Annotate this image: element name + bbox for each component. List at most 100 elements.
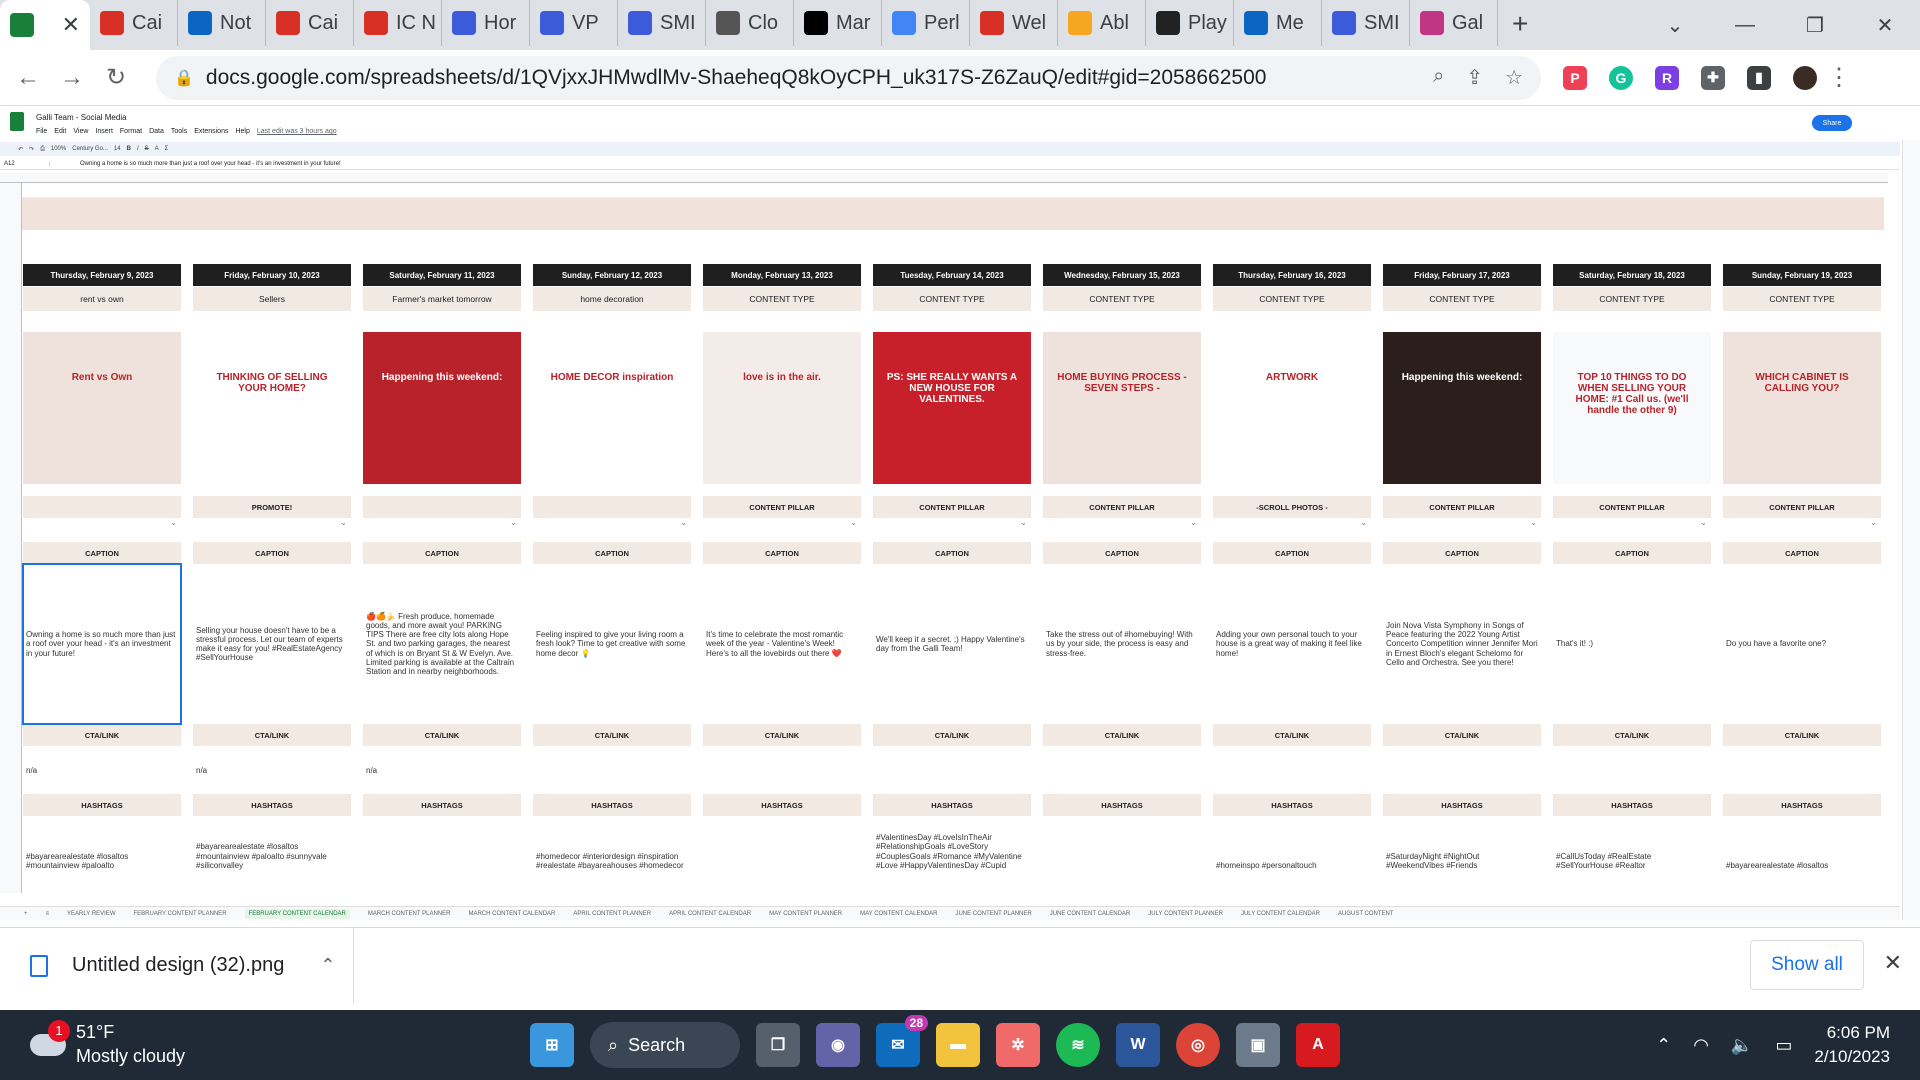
browser-tab[interactable]: VP — [530, 0, 618, 46]
sheet-tab[interactable]: JULY CONTENT CALENDAR — [1241, 911, 1320, 917]
restore-icon[interactable]: ❐ — [1780, 13, 1850, 38]
post-image[interactable]: THINKING OF SELLING YOUR HOME? — [193, 332, 351, 484]
post-image[interactable]: WHICH CABINET IS CALLING YOU? — [1723, 332, 1881, 484]
dropdown-chevron-icon[interactable]: ⌄ — [1213, 518, 1371, 532]
cta-cell[interactable] — [1383, 746, 1541, 794]
browser-tab[interactable]: Wel — [970, 0, 1058, 46]
caption-cell[interactable]: We'll keep it a secret. ;) Happy Valenti… — [873, 564, 1031, 724]
functions-icon[interactable]: Σ — [165, 146, 169, 152]
reload-icon[interactable]: ↻ — [94, 63, 138, 92]
side-panel-icon[interactable]: ▮ — [1747, 65, 1771, 90]
browser-tab[interactable]: ✕ — [0, 0, 90, 50]
caption-cell[interactable]: Owning a home is so much more than just … — [22, 563, 182, 725]
pocket-extension-icon[interactable]: P — [1563, 65, 1587, 90]
day-date[interactable]: Thursday, February 16, 2023 — [1213, 264, 1371, 286]
caption-cell[interactable]: Do you have a favorite one? — [1723, 564, 1881, 724]
forward-icon[interactable]: → — [50, 64, 94, 92]
sheet-tab[interactable]: APRIL CONTENT CALENDAR — [669, 911, 751, 917]
day-topic[interactable]: CONTENT TYPE — [1213, 287, 1371, 311]
browser-tab[interactable]: Gal — [1410, 0, 1498, 46]
caption-cell[interactable]: Take the stress out of #homebuying! With… — [1043, 564, 1201, 724]
minimize-icon[interactable]: — — [1710, 14, 1780, 37]
document-title[interactable]: Galli Team - Social Media — [36, 113, 127, 122]
extensions-puzzle-icon[interactable]: ✚ — [1701, 65, 1725, 90]
browser-menu-icon[interactable]: ⋮ — [1817, 63, 1861, 92]
browser-tab[interactable]: Me — [1234, 0, 1322, 46]
taskbar-search[interactable]: ⌕ Search — [590, 1022, 740, 1068]
sheet-tab[interactable]: FEBRUARY CONTENT PLANNER — [134, 911, 227, 917]
browser-tab[interactable]: IC N — [354, 0, 442, 46]
hashtags-cell[interactable]: #bayarearealestate #losaltos #mountainvi… — [23, 816, 181, 872]
cta-cell[interactable]: n/a — [193, 746, 351, 794]
content-pillar-cell[interactable]: -SCROLL PHOTOS - — [1213, 496, 1371, 518]
sheet-tab[interactable]: JUNE CONTENT CALENDAR — [1050, 911, 1131, 917]
day-date[interactable]: Tuesday, February 14, 2023 — [873, 264, 1031, 286]
dropdown-chevron-icon[interactable]: ⌄ — [23, 518, 181, 532]
sheet-tab[interactable]: AUGUST CONTENT — [1338, 911, 1394, 917]
wifi-icon[interactable]: ◠ — [1693, 1035, 1709, 1056]
caption-cell[interactable]: It's time to celebrate the most romantic… — [703, 564, 861, 724]
content-pillar-cell[interactable]: PROMOTE! — [193, 496, 351, 518]
weather-widget[interactable]: 1 51°F Mostly cloudy — [28, 1020, 185, 1069]
menu-item-data[interactable]: Data — [149, 128, 164, 135]
content-pillar-cell[interactable] — [363, 496, 521, 518]
browser-tab[interactable]: Cai — [90, 0, 178, 46]
share-button[interactable]: Share — [1812, 115, 1852, 131]
dropdown-chevron-icon[interactable]: ⌄ — [703, 518, 861, 532]
hashtags-cell[interactable]: #homedecor #interiordesign #inspiration … — [533, 816, 691, 872]
acrobat-icon[interactable]: A — [1296, 1023, 1340, 1067]
day-date[interactable]: Sunday, February 12, 2023 — [533, 264, 691, 286]
post-image[interactable]: Rent vs Own — [23, 332, 181, 484]
download-item[interactable]: Untitled design (32).png ⌃ — [0, 927, 354, 1004]
post-image[interactable]: ARTWORK — [1213, 332, 1371, 484]
menu-item-help[interactable]: Help — [235, 128, 249, 135]
text-color-icon[interactable]: A — [155, 146, 159, 152]
file-explorer-icon[interactable]: ▬ — [936, 1023, 980, 1067]
caption-cell[interactable]: Adding your own personal touch to your h… — [1213, 564, 1371, 724]
zoom-select[interactable]: 100% — [51, 146, 66, 152]
add-sheet-icon[interactable]: + — [24, 911, 28, 917]
zoom-icon[interactable]: ⌕ — [1433, 65, 1444, 90]
menu-item-view[interactable]: View — [73, 128, 88, 135]
last-edit-link[interactable]: Last edit was 3 hours ago — [257, 128, 337, 135]
hashtags-cell[interactable]: #CallUsToday #RealEstate #SellYourHouse … — [1553, 816, 1711, 872]
browser-tab[interactable]: Clo — [706, 0, 794, 46]
windows-start-icon[interactable]: ⊞ — [530, 1023, 574, 1067]
teams-chat-icon[interactable]: ◉ — [816, 1023, 860, 1067]
volume-icon[interactable]: 🔈 — [1731, 1035, 1753, 1056]
mail-icon[interactable]: ✉ 28 — [876, 1015, 928, 1067]
close-window-icon[interactable]: ✕ — [1850, 13, 1920, 38]
caption-cell[interactable]: 🍎🍊🍌 Fresh produce, homemade goods, and m… — [363, 564, 521, 724]
clock[interactable]: 6:06 PM 2/10/2023 — [1814, 1021, 1890, 1069]
menu-item-extensions[interactable]: Extensions — [194, 128, 228, 135]
sheet-tab[interactable]: APRIL CONTENT PLANNER — [573, 911, 651, 917]
day-date[interactable]: Wednesday, February 15, 2023 — [1043, 264, 1201, 286]
post-image[interactable]: Happening this weekend: — [363, 332, 521, 484]
cta-cell[interactable] — [1043, 746, 1201, 794]
dropdown-chevron-icon[interactable]: ⌄ — [1553, 518, 1711, 532]
dropdown-chevron-icon[interactable]: ⌄ — [193, 518, 351, 532]
menu-item-format[interactable]: Format — [120, 128, 142, 135]
close-tab-icon[interactable]: ✕ — [62, 12, 80, 38]
day-date[interactable]: Monday, February 13, 2023 — [703, 264, 861, 286]
post-image[interactable]: HOME BUYING PROCESS - SEVEN STEPS - — [1043, 332, 1201, 484]
caption-cell[interactable]: Feeling inspired to give your living roo… — [533, 564, 691, 724]
caption-cell[interactable]: Join Nova Vista Symphony in Songs of Pea… — [1383, 564, 1541, 724]
cta-cell[interactable] — [703, 746, 861, 794]
cta-cell[interactable]: n/a — [363, 746, 521, 794]
browser-tab[interactable]: Mar — [794, 0, 882, 46]
battery-icon[interactable]: ▭ — [1775, 1035, 1792, 1056]
sheet-tab[interactable]: MARCH CONTENT PLANNER — [368, 911, 451, 917]
hashtags-cell[interactable]: #ValentinesDay #LoveIsInTheAir #Relation… — [873, 816, 1031, 872]
content-pillar-cell[interactable] — [533, 496, 691, 518]
day-date[interactable]: Friday, February 17, 2023 — [1383, 264, 1541, 286]
dropdown-chevron-icon[interactable]: ⌄ — [363, 518, 521, 532]
font-select[interactable]: Century Go... — [72, 146, 108, 152]
undo-icon[interactable]: ↶ — [18, 146, 23, 153]
grammarly-extension-icon[interactable]: G — [1609, 65, 1633, 90]
cta-cell[interactable]: n/a — [23, 746, 181, 794]
content-pillar-cell[interactable] — [23, 496, 181, 518]
dropdown-chevron-icon[interactable]: ⌄ — [1383, 518, 1541, 532]
new-tab-button[interactable]: + — [1498, 8, 1542, 40]
strikethrough-icon[interactable]: S — [145, 146, 149, 152]
